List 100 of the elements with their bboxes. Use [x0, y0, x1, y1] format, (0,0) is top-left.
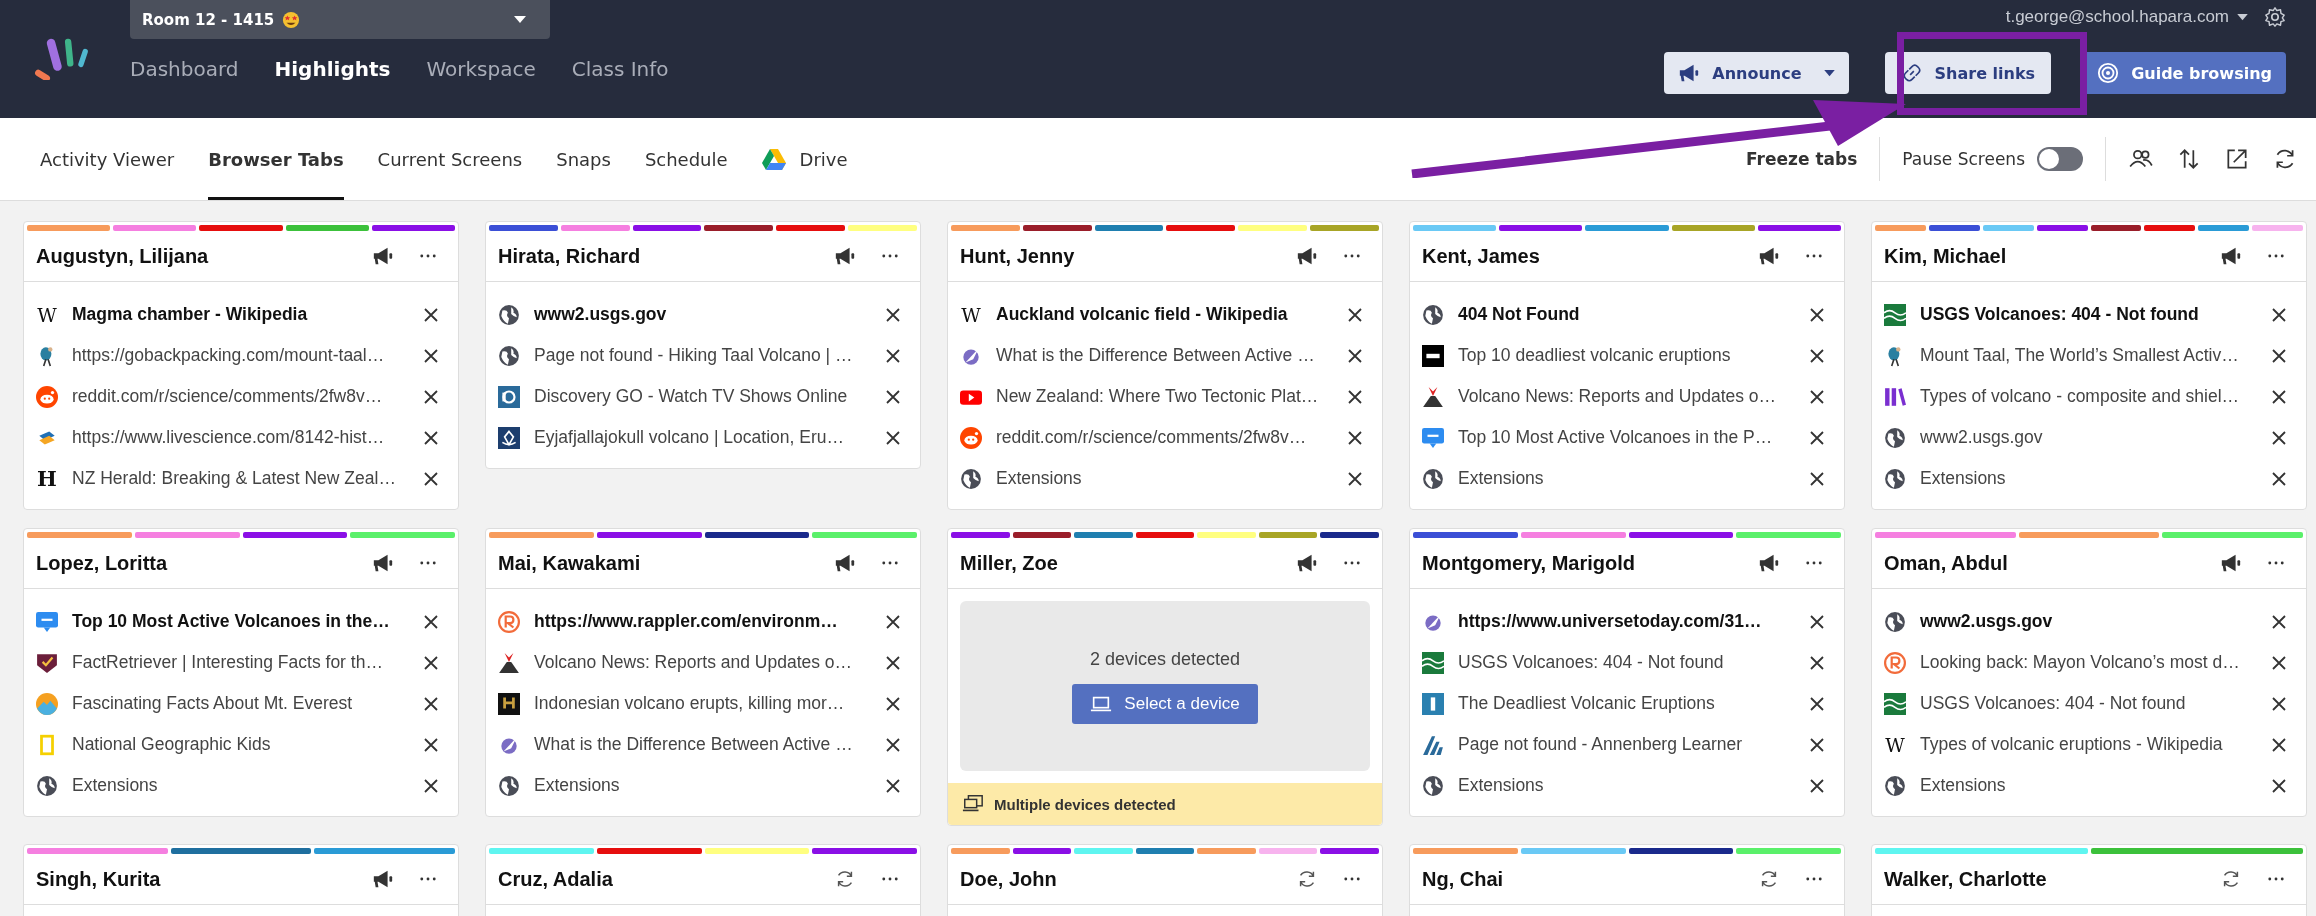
tab-title[interactable]: Volcano News: Reports and Updates o…	[1458, 386, 1777, 407]
view-tab[interactable]: Schedule	[644, 118, 728, 200]
more-icon[interactable]	[1344, 877, 1360, 881]
megaphone-icon[interactable]	[2220, 245, 2242, 267]
tab-title[interactable]: Types of volcano - composite and shiel…	[1920, 386, 2240, 407]
megaphone-icon[interactable]	[834, 245, 856, 267]
more-icon[interactable]	[2268, 254, 2284, 258]
close-icon[interactable]	[2272, 696, 2286, 711]
tab-title[interactable]: www2.usgs.gov	[534, 304, 667, 325]
close-icon[interactable]	[424, 696, 438, 711]
close-icon[interactable]	[886, 389, 900, 404]
tab-title[interactable]: Page not found - Annenberg Learner	[1458, 734, 1743, 755]
tab-title[interactable]: Magma chamber - Wikipedia	[72, 304, 308, 325]
settings-icon[interactable]	[2264, 6, 2286, 28]
close-icon[interactable]	[2272, 471, 2286, 486]
caret-icon[interactable]	[1823, 69, 1835, 77]
more-icon[interactable]	[1344, 561, 1360, 565]
tab-title[interactable]: Extensions	[1920, 468, 2006, 489]
close-icon[interactable]	[886, 348, 900, 363]
class-selector[interactable]: Room 12 - 1415	[130, 0, 550, 39]
close-icon[interactable]	[886, 614, 900, 629]
share-links-button[interactable]: Share links	[1884, 52, 2052, 94]
tab-title[interactable]: Extensions	[72, 775, 158, 796]
megaphone-icon[interactable]	[372, 552, 394, 574]
more-icon[interactable]	[1806, 877, 1822, 881]
tab-title[interactable]: Top 10 deadliest volcanic eruptions	[1458, 345, 1731, 366]
tab-title[interactable]: reddit.com/r/science/comments/2fw8v…	[72, 386, 383, 407]
close-icon[interactable]	[1810, 778, 1824, 793]
close-icon[interactable]	[424, 430, 438, 445]
close-icon[interactable]	[886, 655, 900, 670]
more-icon[interactable]	[1344, 254, 1360, 258]
megaphone-icon[interactable]	[372, 245, 394, 267]
announce-button[interactable]: Announce	[1664, 52, 1849, 94]
close-icon[interactable]	[2272, 655, 2286, 670]
tab-title[interactable]: Extensions	[1458, 775, 1544, 796]
close-icon[interactable]	[1348, 348, 1362, 363]
pause-screens-toggle[interactable]	[2037, 147, 2083, 171]
nav-link[interactable]: Workspace	[426, 57, 536, 81]
tab-title[interactable]: Extensions	[1458, 468, 1544, 489]
tab-title[interactable]: NZ Herald: Breaking & Latest New Zeal…	[72, 468, 396, 489]
megaphone-icon[interactable]	[1758, 552, 1780, 574]
close-icon[interactable]	[1810, 655, 1824, 670]
close-icon[interactable]	[1810, 614, 1824, 629]
close-icon[interactable]	[424, 307, 438, 322]
close-icon[interactable]	[2272, 737, 2286, 752]
close-icon[interactable]	[1348, 430, 1362, 445]
tab-title[interactable]: Mount Taal, The World’s Smallest Activ…	[1920, 345, 2239, 366]
close-icon[interactable]	[424, 737, 438, 752]
close-icon[interactable]	[886, 696, 900, 711]
tab-title[interactable]: Top 10 Most Active Volcanoes in the…	[72, 611, 390, 632]
close-icon[interactable]	[424, 389, 438, 404]
tab-title[interactable]: New Zealand: Where Two Tectonic Plat…	[996, 386, 1319, 407]
close-icon[interactable]	[2272, 430, 2286, 445]
close-icon[interactable]	[1348, 307, 1362, 322]
close-icon[interactable]	[886, 307, 900, 322]
select-device-button[interactable]: Select a device	[1072, 683, 1258, 724]
close-icon[interactable]	[2272, 348, 2286, 363]
nav-link[interactable]: Highlights	[274, 57, 391, 81]
close-icon[interactable]	[1810, 737, 1824, 752]
close-icon[interactable]	[424, 348, 438, 363]
close-icon[interactable]	[1810, 307, 1824, 322]
account-menu[interactable]: t.george@school.hapara.com	[2005, 7, 2248, 27]
close-icon[interactable]	[424, 655, 438, 670]
tab-title[interactable]: Volcano News: Reports and Updates o…	[534, 652, 853, 673]
more-icon[interactable]	[420, 561, 436, 565]
tab-title[interactable]: Extensions	[534, 775, 620, 796]
view-tab[interactable]: Activity Viewer	[40, 118, 175, 200]
megaphone-icon[interactable]	[1296, 245, 1318, 267]
tab-title[interactable]: 404 Not Found	[1458, 304, 1580, 325]
close-icon[interactable]	[1810, 696, 1824, 711]
more-icon[interactable]	[420, 877, 436, 881]
more-icon[interactable]	[1806, 254, 1822, 258]
more-icon[interactable]	[882, 561, 898, 565]
tab-title[interactable]: https://www.livescience.com/8142-hist…	[72, 427, 385, 448]
tab-title[interactable]: Indonesian volcano erupts, killing mor…	[534, 693, 845, 714]
tab-title[interactable]: Discovery GO - Watch TV Shows Online	[534, 386, 848, 407]
tab-title[interactable]: What is the Difference Between Active …	[996, 345, 1315, 366]
view-tab[interactable]: Current Screens	[377, 118, 523, 200]
tab-title[interactable]: FactRetriever | Interesting Facts for th…	[72, 652, 383, 673]
tab-title[interactable]: reddit.com/r/science/comments/2fw8v…	[996, 427, 1307, 448]
close-icon[interactable]	[424, 614, 438, 629]
close-icon[interactable]	[886, 430, 900, 445]
tab-title[interactable]: https://www.rappler.com/environm…	[534, 611, 838, 632]
tab-title[interactable]: https://gobackpacking.com/mount-taal…	[72, 345, 385, 366]
tab-title[interactable]: USGS Volcanoes: 404 - Not found	[1458, 652, 1724, 673]
megaphone-icon[interactable]	[834, 552, 856, 574]
megaphone-icon[interactable]	[372, 868, 394, 890]
close-icon[interactable]	[1810, 348, 1824, 363]
tab-title[interactable]: National Geographic Kids	[72, 734, 271, 755]
close-icon[interactable]	[424, 778, 438, 793]
more-icon[interactable]	[1806, 561, 1822, 565]
tab-title[interactable]: What is the Difference Between Active …	[534, 734, 853, 755]
view-tab[interactable]: Snaps	[556, 118, 611, 200]
close-icon[interactable]	[2272, 778, 2286, 793]
more-icon[interactable]	[882, 877, 898, 881]
close-icon[interactable]	[2272, 614, 2286, 629]
close-icon[interactable]	[1810, 430, 1824, 445]
megaphone-icon[interactable]	[1296, 552, 1318, 574]
close-icon[interactable]	[2272, 389, 2286, 404]
pop-out-icon[interactable]	[2224, 146, 2250, 172]
